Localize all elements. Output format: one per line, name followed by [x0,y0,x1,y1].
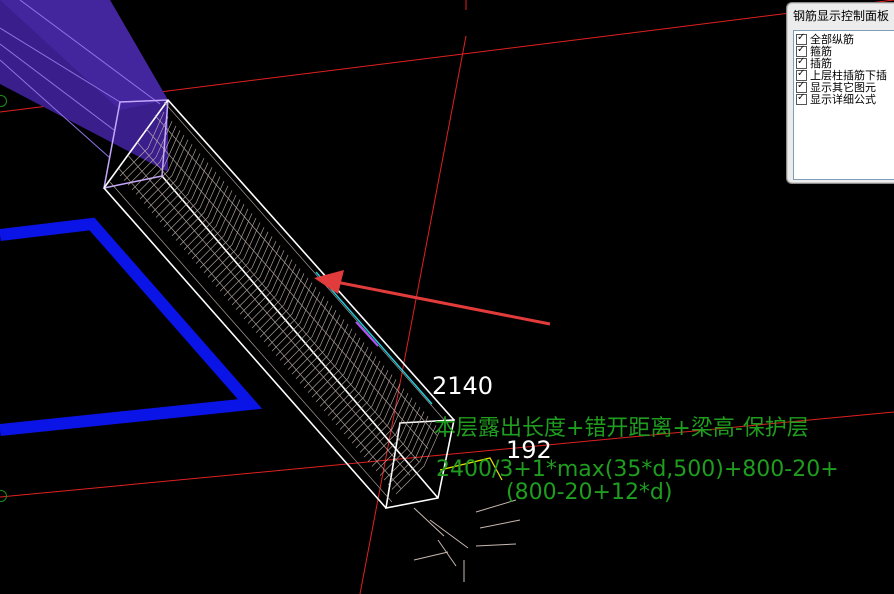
3d-viewport[interactable]: 2140 192 本层露出长度+错开距离+梁高-保护层 2400/3+1*max… [0,0,894,594]
option-show-detailed-formula[interactable]: 显示详细公式 [796,92,876,106]
scene-canvas [0,0,894,594]
length-dimension-label: 2140 [432,372,494,400]
formula-description: 本层露出长度+错开距离+梁高-保护层 [434,416,809,441]
y-axis-line [359,35,467,594]
highlighted-rebar-segment [355,321,379,347]
rebar-display-panel[interactable]: 钢筋显示控制面板 全部纵筋 箍筋 插筋 上层柱插筋下插 显示其它图元 显示详细公… [786,2,894,184]
longitudinal-rebar [145,128,429,449]
formula-expression: 2400/3+1*max(35*d,500)+800-20+ [436,457,839,482]
panel-title: 钢筋显示控制面板 [793,9,890,23]
longitudinal-rebar [154,115,438,436]
slab-edge [0,217,263,436]
formula-continuation: (800-20+12*d) [506,480,673,505]
checkbox[interactable] [796,92,807,105]
pointer-arrow-head [314,270,344,294]
panel-options-list: 全部纵筋 箍筋 插筋 上层柱插筋下插 显示其它图元 显示详细公式 [793,30,894,180]
option-label: 显示详细公式 [810,93,876,106]
rebar-stubs [413,499,521,582]
pointer-arrow [335,280,551,326]
